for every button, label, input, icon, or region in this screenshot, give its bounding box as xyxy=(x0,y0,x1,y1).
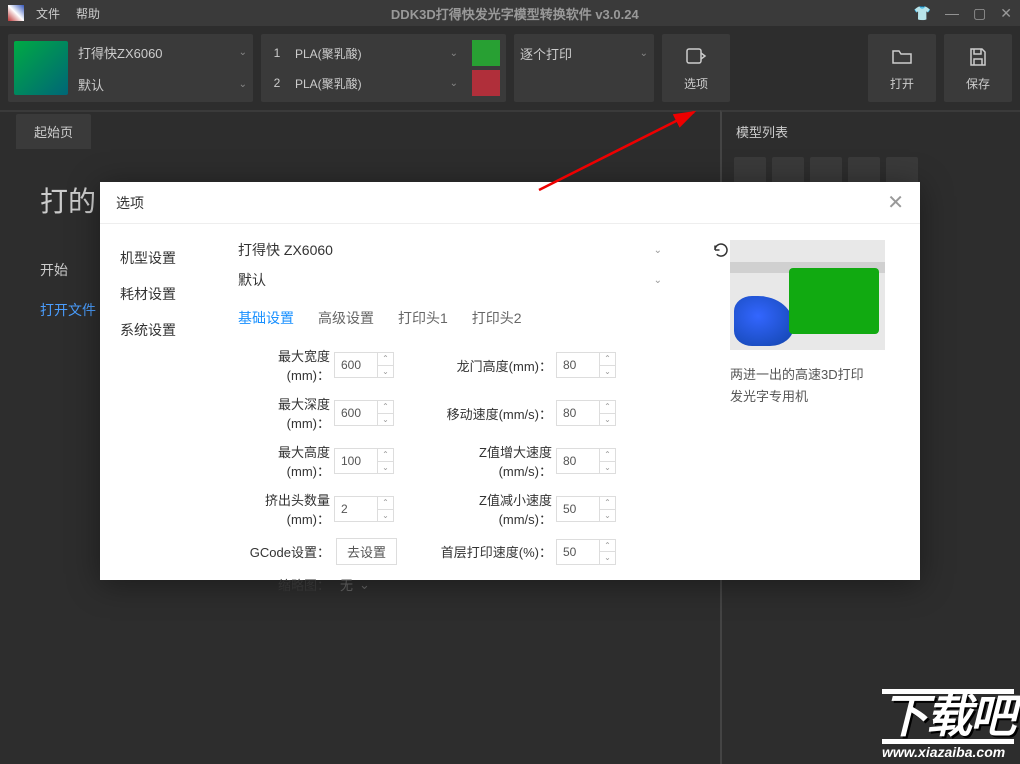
material-row-1[interactable]: 1 PLA(聚乳酸) ⌄ xyxy=(267,40,500,66)
gantry-height-input[interactable]: 80⌃⌄ xyxy=(556,352,616,378)
watermark: 下载吧 www.xiazaiba.com xyxy=(882,689,1014,760)
tab-bar: 起始页 xyxy=(0,112,720,150)
chevron-down-icon[interactable]: ⌄ xyxy=(239,47,247,58)
chevron-down-icon[interactable]: ⌄ xyxy=(654,245,662,256)
settings-tabs: 基础设置 高级设置 打印头1 打印头2 xyxy=(238,308,730,328)
max-height-input[interactable]: 100⌃⌄ xyxy=(334,448,394,474)
save-button[interactable]: 保存 xyxy=(944,34,1012,102)
color-swatch[interactable] xyxy=(472,40,500,66)
z-down-speed-input[interactable]: 50⌃⌄ xyxy=(556,496,616,522)
dialog-close-icon[interactable]: ✕ xyxy=(887,190,904,215)
tab-head2[interactable]: 打印头2 xyxy=(472,308,522,328)
tab-head1[interactable]: 打印头1 xyxy=(398,308,448,328)
printer-selector[interactable]: 打得快ZX6060 ⌄ 默认 ⌄ xyxy=(8,34,253,102)
folder-icon xyxy=(890,45,914,69)
chevron-down-icon[interactable]: ⌄ xyxy=(654,275,662,286)
dialog-header: 选项 ✕ xyxy=(100,182,920,224)
menu-help[interactable]: 帮助 xyxy=(76,5,100,22)
options-icon xyxy=(684,45,708,69)
options-dialog: 选项 ✕ 机型设置 耗材设置 系统设置 打得快 ZX6060 ⌄ 默认 ⌄ 基础… xyxy=(100,182,920,580)
nav-material[interactable]: 耗材设置 xyxy=(120,276,230,312)
title-bar: 文件 帮助 DDK3D打得快发光字模型转换软件 v3.0.24 👕 — ▢ ✕ xyxy=(0,0,1020,26)
gcode-settings-button[interactable]: 去设置 xyxy=(336,538,397,565)
profile-name: 默认 xyxy=(78,75,104,94)
tab-advanced[interactable]: 高级设置 xyxy=(318,308,374,328)
reload-icon[interactable] xyxy=(712,241,730,259)
z-up-speed-input[interactable]: 80⌃⌄ xyxy=(556,448,616,474)
machine-preview: 两进一出的高速3D打印 发光字专用机 xyxy=(730,240,900,594)
model-list-header: 模型列表 xyxy=(722,112,1020,151)
settings-nav: 机型设置 耗材设置 系统设置 xyxy=(120,240,230,594)
nav-machine[interactable]: 机型设置 xyxy=(120,240,230,276)
toolbar: 打得快ZX6060 ⌄ 默认 ⌄ 1 PLA(聚乳酸) ⌄ 2 PLA(聚乳酸) ⌄… xyxy=(0,26,1020,110)
tab-basic[interactable]: 基础设置 xyxy=(238,308,294,328)
dialog-title: 选项 xyxy=(116,193,144,213)
menu-file[interactable]: 文件 xyxy=(36,5,60,22)
nav-system[interactable]: 系统设置 xyxy=(120,312,230,348)
maximize-icon[interactable]: ▢ xyxy=(973,5,986,22)
max-width-input[interactable]: 600⌃⌄ xyxy=(334,352,394,378)
app-logo-icon xyxy=(8,5,24,21)
chevron-down-icon[interactable]: ⌄ xyxy=(442,48,466,59)
options-button[interactable]: 选项 xyxy=(662,34,730,102)
tab-start[interactable]: 起始页 xyxy=(16,114,91,149)
profile-dropdown[interactable]: 默认 ⌄ xyxy=(230,270,730,290)
minimize-icon[interactable]: — xyxy=(945,5,959,22)
chevron-down-icon: ⌄ xyxy=(359,577,370,593)
chevron-down-icon[interactable]: ⌄ xyxy=(239,79,247,90)
shirt-icon[interactable]: 👕 xyxy=(914,5,931,22)
app-title: DDK3D打得快发光字模型转换软件 v3.0.24 xyxy=(116,4,914,23)
first-layer-speed-input[interactable]: 50⌃⌄ xyxy=(556,539,616,565)
move-speed-input[interactable]: 80⌃⌄ xyxy=(556,400,616,426)
chevron-down-icon[interactable]: ⌄ xyxy=(442,78,466,89)
extruders-input[interactable]: 2⌃⌄ xyxy=(334,496,394,522)
color-swatch[interactable] xyxy=(472,70,500,96)
material-row-2[interactable]: 2 PLA(聚乳酸) ⌄ xyxy=(267,70,500,96)
open-button[interactable]: 打开 xyxy=(868,34,936,102)
machine-image xyxy=(730,240,885,350)
printer-thumb-icon xyxy=(14,41,68,95)
max-depth-input[interactable]: 600⌃⌄ xyxy=(334,400,394,426)
printer-name: 打得快ZX6060 xyxy=(78,43,163,62)
settings-form: 最大宽度(mm)：600⌃⌄ 龙门高度(mm)：80⌃⌄ 最大深度(mm)：60… xyxy=(238,346,730,565)
printer-dropdown[interactable]: 打得快 ZX6060 ⌄ xyxy=(230,240,730,260)
print-mode-selector[interactable]: 逐个打印⌄ xyxy=(514,34,654,102)
thumbnail-select[interactable]: 无⌄ xyxy=(340,575,370,594)
settings-content: 打得快 ZX6060 ⌄ 默认 ⌄ 基础设置 高级设置 打印头1 打印头2 最大… xyxy=(230,240,730,594)
save-icon xyxy=(966,45,990,69)
close-icon[interactable]: ✕ xyxy=(1000,5,1012,22)
chevron-down-icon[interactable]: ⌄ xyxy=(640,48,648,59)
material-selector: 1 PLA(聚乳酸) ⌄ 2 PLA(聚乳酸) ⌄ xyxy=(261,34,506,102)
